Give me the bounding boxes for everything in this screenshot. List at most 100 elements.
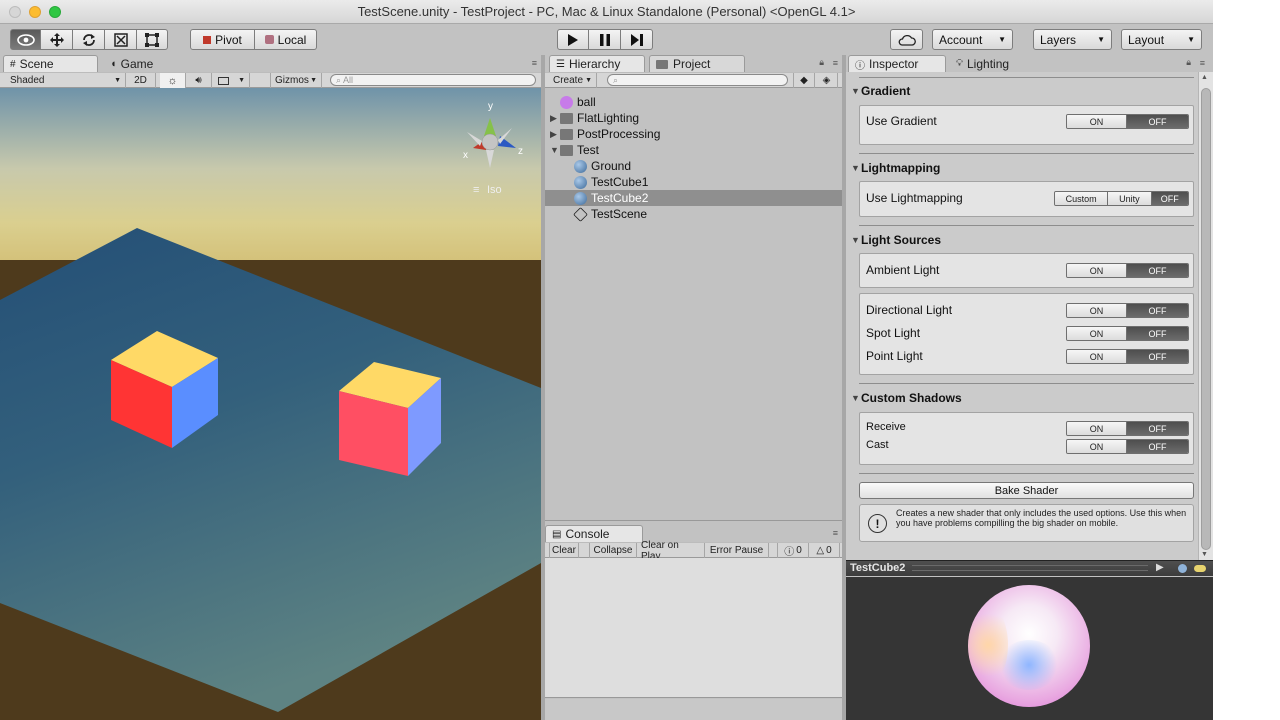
toggle-off-option[interactable]: OFF <box>1126 350 1188 363</box>
panel-menu-icon[interactable]: ≡ <box>833 528 838 538</box>
tab-project[interactable]: Project <box>649 55 745 72</box>
panel-menu-icon[interactable]: ≡ <box>1200 58 1205 68</box>
lightmap-option-custom[interactable]: Custom <box>1055 192 1108 205</box>
tree-item[interactable]: Ground <box>545 158 842 174</box>
preview-play-icon[interactable]: ▶ <box>1156 562 1164 573</box>
lightmap-option-off[interactable]: OFF <box>1150 192 1188 205</box>
tree-item[interactable]: TestScene <box>545 206 842 222</box>
view-tool-button[interactable] <box>10 29 41 50</box>
toggle-on-option[interactable]: ON <box>1067 115 1127 128</box>
tab-lighting[interactable]: 💡︎ Lighting <box>950 55 1046 72</box>
projection-hamburger-icon[interactable]: ≡ <box>473 184 479 196</box>
filter-by-label-button[interactable]: ◈ <box>816 73 838 88</box>
inspector-scrollbar[interactable]: ▲ ▼ <box>1198 72 1213 560</box>
toggle-on-option[interactable]: ON <box>1067 327 1127 340</box>
toggle-on-option[interactable]: ON <box>1067 350 1127 363</box>
bake-shader-button[interactable]: Bake Shader <box>859 482 1194 499</box>
section-gradient[interactable]: ▼ Gradient <box>851 84 910 98</box>
foldout-arrow-icon[interactable]: ▼ <box>550 145 560 155</box>
console-warning-filter[interactable]: ⓘ 0 <box>777 543 809 558</box>
lock-icon[interactable]: 🔒︎ <box>819 57 824 68</box>
close-window-button[interactable] <box>9 6 21 18</box>
foldout-arrow-icon[interactable]: ▶ <box>550 129 560 140</box>
console-clear-button[interactable]: Clear <box>549 543 579 558</box>
toggle-on-option[interactable]: ON <box>1067 264 1127 277</box>
play-button[interactable] <box>557 29 589 50</box>
tab-console[interactable]: ▤ Console <box>545 525 643 542</box>
tree-item[interactable]: ▼ Test <box>545 142 842 158</box>
rect-tool-button[interactable] <box>137 29 168 50</box>
pivot-button[interactable]: Pivot <box>190 29 255 50</box>
toggle-off-option[interactable]: OFF <box>1126 327 1188 340</box>
toggle-use-gradient[interactable]: ON OFF <box>1066 114 1189 129</box>
toggle-spot-light[interactable]: ON OFF <box>1066 326 1189 341</box>
local-button[interactable]: Local <box>255 29 317 50</box>
step-button[interactable] <box>621 29 653 50</box>
panel-menu-icon[interactable]: ≡ <box>833 58 838 68</box>
scene-lighting-toggle[interactable]: ☼ <box>160 73 186 88</box>
section-light-sources[interactable]: ▼ Light Sources <box>851 233 941 247</box>
preview-sphere-icon[interactable] <box>1178 564 1187 573</box>
pause-button[interactable] <box>589 29 621 50</box>
create-dropdown[interactable]: Create ▼ <box>549 73 597 88</box>
section-lightmapping[interactable]: ▼ Lightmapping <box>851 161 940 175</box>
foldout-arrow-icon[interactable]: ▶ <box>550 113 560 124</box>
tab-inspector[interactable]: ⓘ Inspector <box>848 55 946 72</box>
section-custom-shadows[interactable]: ▼ Custom Shadows <box>851 391 962 405</box>
toggle-off-option[interactable]: OFF <box>1126 115 1188 128</box>
shading-mode-dropdown[interactable]: Shaded ▼ <box>0 73 126 88</box>
panel-menu-icon[interactable]: ≡ <box>532 58 537 68</box>
toggle-off-option[interactable]: OFF <box>1126 264 1188 277</box>
move-tool-button[interactable] <box>41 29 73 50</box>
scene-audio-toggle[interactable]: 🔊︎ <box>186 73 212 88</box>
toggle-point-light[interactable]: ON OFF <box>1066 349 1189 364</box>
toggle-receive-shadows[interactable]: ON OFF <box>1066 421 1189 436</box>
tab-scene[interactable]: # Scene <box>3 55 98 72</box>
console-collapse-button[interactable]: Collapse <box>589 543 637 558</box>
scene-viewport[interactable]: y x z ≡ Iso <box>0 88 541 720</box>
lock-icon[interactable]: 🔒︎ <box>1186 57 1191 68</box>
tree-item[interactable]: ▶ FlatLighting <box>545 110 842 126</box>
toggle-cast-shadows[interactable]: ON OFF <box>1066 439 1189 454</box>
gizmos-dropdown[interactable]: Gizmos ▼ <box>270 73 322 88</box>
account-dropdown[interactable]: Account ▼ <box>932 29 1013 50</box>
toggle-on-option[interactable]: ON <box>1067 304 1127 317</box>
tree-item[interactable]: ball <box>545 94 842 110</box>
projection-label[interactable]: Iso <box>487 184 502 196</box>
filter-by-type-button[interactable]: ◆ <box>793 73 815 88</box>
tree-item[interactable]: TestCube1 <box>545 174 842 190</box>
scale-tool-button[interactable] <box>105 29 137 50</box>
preview-light-icon[interactable] <box>1194 565 1206 572</box>
scroll-up-arrow-icon[interactable]: ▲ <box>1201 74 1208 81</box>
console-log-area[interactable] <box>545 558 842 698</box>
rotate-tool-button[interactable] <box>73 29 105 50</box>
lightmapping-mode-selector[interactable]: Custom Unity OFF <box>1054 191 1189 206</box>
layers-dropdown[interactable]: Layers ▼ <box>1033 29 1112 50</box>
toggle-on-option[interactable]: ON <box>1067 422 1127 435</box>
console-error-filter[interactable]: △ 0 <box>809 543 840 558</box>
console-clear-on-play-button[interactable]: Clear on Play <box>637 540 705 562</box>
maximize-window-button[interactable] <box>49 6 61 18</box>
lightmap-option-unity[interactable]: Unity <box>1107 192 1151 205</box>
scroll-down-arrow-icon[interactable]: ▼ <box>1201 551 1208 558</box>
console-error-pause-button[interactable]: Error Pause <box>705 543 769 558</box>
preview-drag-handle[interactable] <box>912 565 1148 571</box>
minimize-window-button[interactable] <box>29 6 41 18</box>
project-search-input[interactable]: ⌕ <box>607 74 788 86</box>
scene-search-input[interactable]: ⌕ All <box>330 74 536 86</box>
tree-item[interactable]: TestCube2 <box>545 190 842 206</box>
2d-mode-toggle[interactable]: 2D <box>126 73 156 88</box>
scene-effects-dropdown[interactable]: ▼ <box>214 73 250 88</box>
cloud-services-button[interactable] <box>890 29 923 50</box>
tab-game[interactable]: ◖ Game <box>104 55 194 72</box>
toggle-off-option[interactable]: OFF <box>1126 440 1188 453</box>
scrollbar-thumb[interactable] <box>1201 88 1211 550</box>
tab-hierarchy[interactable]: ☰ Hierarchy <box>549 55 645 72</box>
toggle-off-option[interactable]: OFF <box>1126 422 1188 435</box>
toggle-directional-light[interactable]: ON OFF <box>1066 303 1189 318</box>
toggle-off-option[interactable]: OFF <box>1126 304 1188 317</box>
toggle-ambient-light[interactable]: ON OFF <box>1066 263 1189 278</box>
toggle-on-option[interactable]: ON <box>1067 440 1127 453</box>
layout-dropdown[interactable]: Layout ▼ <box>1121 29 1202 50</box>
preview-area[interactable] <box>846 577 1213 720</box>
